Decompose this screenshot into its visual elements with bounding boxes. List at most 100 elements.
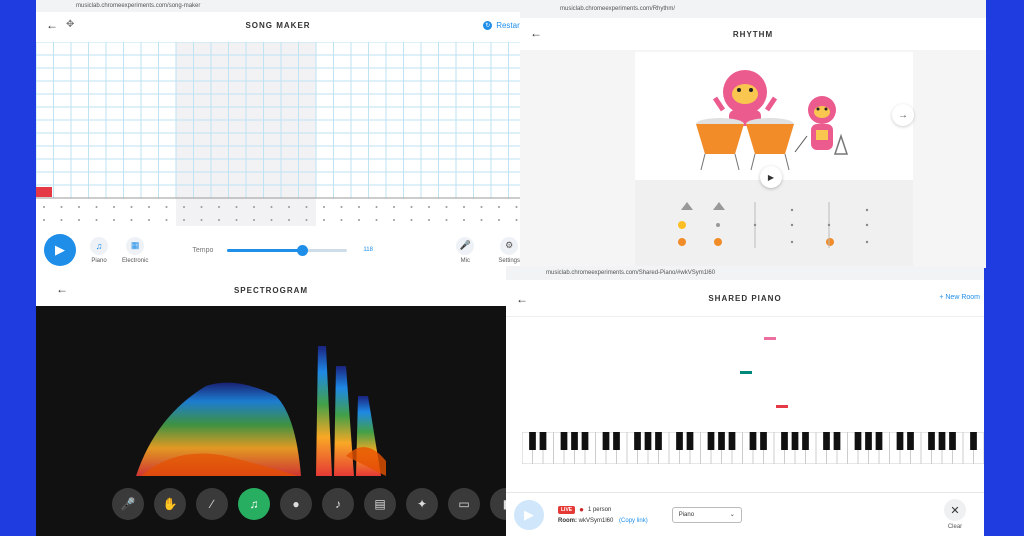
- rhythm-dot: [113, 219, 115, 221]
- black-key[interactable]: [875, 432, 883, 450]
- back-arrow-icon[interactable]: ←: [530, 26, 542, 40]
- sequencer-grid[interactable]: [635, 180, 913, 268]
- bird-tool-button[interactable]: ✦: [406, 488, 438, 520]
- instrument-select[interactable]: Piano ⌄: [671, 506, 742, 523]
- rhythm-dot: [375, 206, 378, 208]
- play-icon: ▶: [767, 172, 775, 182]
- black-key[interactable]: [938, 432, 946, 450]
- play-icon: ▶: [524, 506, 534, 522]
- rhythm-dot: [410, 219, 413, 221]
- restart-button[interactable]: ↻ Restart: [483, 21, 520, 30]
- laptop-tool-button[interactable]: ▭: [448, 488, 480, 520]
- copy-link-button[interactable]: (Copy link): [619, 518, 648, 524]
- flute-tool-button[interactable]: ∕: [196, 488, 228, 520]
- rhythm-dot: [218, 219, 220, 221]
- next-arrow-button[interactable]: →: [892, 104, 914, 126]
- song-maker-window: musiclab.chromeexperiments.com/song-make…: [36, 0, 520, 274]
- black-key[interactable]: [655, 432, 662, 450]
- url-bar[interactable]: musiclab.chromeexperiments.com/song-make…: [36, 0, 520, 12]
- black-key[interactable]: [970, 432, 977, 450]
- play-button[interactable]: ▶: [514, 499, 544, 530]
- hand-icon: ✋: [162, 497, 178, 511]
- black-key[interactable]: [571, 432, 578, 450]
- piano-keyboard[interactable]: [522, 432, 984, 464]
- chevron-down-icon: ⌄: [729, 512, 735, 518]
- rhythm-dot: [165, 206, 168, 208]
- black-key[interactable]: [854, 432, 862, 450]
- back-arrow-icon[interactable]: ←: [46, 18, 58, 32]
- black-key[interactable]: [560, 432, 568, 450]
- move-icon[interactable]: ✥: [66, 19, 74, 30]
- rhythm-dot: [270, 219, 273, 221]
- saxophone-tool-button[interactable]: ♫: [238, 488, 270, 520]
- black-key[interactable]: [718, 432, 725, 450]
- mic-button[interactable]: 🎤 Mic: [456, 236, 475, 264]
- black-key[interactable]: [791, 432, 799, 450]
- keyboard-icon: ▤: [374, 497, 386, 511]
- note-mark: [740, 371, 752, 374]
- trumpet-icon: ♪: [335, 497, 341, 511]
- restart-icon: ↻: [483, 21, 493, 30]
- black-key[interactable]: [749, 432, 757, 450]
- page-title: SHARED PIANO: [708, 293, 782, 303]
- rhythm-play-button[interactable]: ▶: [760, 166, 782, 188]
- black-key[interactable]: [949, 432, 956, 450]
- black-key[interactable]: [823, 432, 830, 450]
- rhythm-dot: [393, 219, 395, 221]
- clear-button[interactable]: ✕ Clear: [944, 499, 966, 530]
- rhythm-dot: [288, 219, 290, 221]
- black-key[interactable]: [907, 432, 914, 450]
- black-key[interactable]: [529, 432, 536, 450]
- tempo-slider[interactable]: [227, 244, 348, 256]
- hand-tool-button[interactable]: ✋: [154, 488, 186, 520]
- play-button[interactable]: ▶: [44, 234, 76, 266]
- black-key[interactable]: [686, 432, 694, 450]
- rhythm-dot: [235, 219, 238, 221]
- black-key[interactable]: [602, 432, 610, 450]
- rhythm-dot: [95, 206, 98, 208]
- shared-piano-header: ← SHARED PIANO: [506, 280, 984, 316]
- black-key[interactable]: [833, 432, 841, 450]
- black-key[interactable]: [644, 432, 652, 450]
- black-key[interactable]: [707, 432, 715, 450]
- black-key[interactable]: [634, 432, 641, 450]
- url-text: musiclab.chromeexperiments.com/song-make…: [76, 3, 201, 9]
- url-text: musiclab.chromeexperiments.com/Rhythm/: [560, 6, 676, 12]
- spectrogram-header: ← SPECTROGRAM: [36, 274, 506, 306]
- black-key[interactable]: [728, 432, 736, 450]
- black-key[interactable]: [802, 432, 809, 450]
- electronic-button[interactable]: ▦ Electronic: [122, 236, 148, 264]
- rhythm-dot: [358, 219, 360, 221]
- black-key[interactable]: [928, 432, 935, 450]
- piano-icon: ♫: [90, 236, 108, 255]
- rhythm-sequencer[interactable]: [635, 180, 913, 268]
- black-key[interactable]: [865, 432, 872, 450]
- microphone-tool-button[interactable]: 🎤: [112, 488, 144, 520]
- trumpet-tool-button[interactable]: ♪: [322, 488, 354, 520]
- rhythm-dot: [288, 206, 290, 208]
- song-maker-header: ← ✥ SONG MAKER: [36, 12, 520, 38]
- new-room-button[interactable]: + New Room: [939, 294, 980, 301]
- black-key[interactable]: [613, 432, 620, 450]
- back-arrow-icon[interactable]: ←: [516, 292, 528, 306]
- rhythm-dot: [183, 206, 185, 208]
- whistle-tool-button[interactable]: ●: [280, 488, 312, 520]
- url-bar[interactable]: musiclab.chromeexperiments.com/Shared-Pi…: [506, 266, 984, 280]
- settings-button[interactable]: ⚙ Settings: [498, 236, 520, 264]
- piano-button[interactable]: ♫ Piano: [90, 236, 108, 264]
- live-badge: LIVE: [558, 505, 576, 514]
- instrument-value: Piano: [678, 511, 695, 518]
- back-arrow-icon[interactable]: ←: [56, 282, 68, 296]
- black-key[interactable]: [760, 432, 767, 450]
- black-key[interactable]: [581, 432, 589, 450]
- black-key[interactable]: [781, 432, 788, 450]
- black-key[interactable]: [896, 432, 904, 450]
- black-key[interactable]: [539, 432, 547, 450]
- song-grid[interactable]: [36, 42, 520, 226]
- rhythm-dot: [60, 206, 63, 208]
- tempo-knob[interactable]: [296, 244, 308, 256]
- url-bar[interactable]: musiclab.chromeexperiments.com/Rhythm/: [520, 0, 986, 18]
- bird-icon: ✦: [416, 497, 428, 511]
- keyboard-tool-button[interactable]: ▤: [364, 488, 396, 520]
- black-key[interactable]: [676, 432, 683, 450]
